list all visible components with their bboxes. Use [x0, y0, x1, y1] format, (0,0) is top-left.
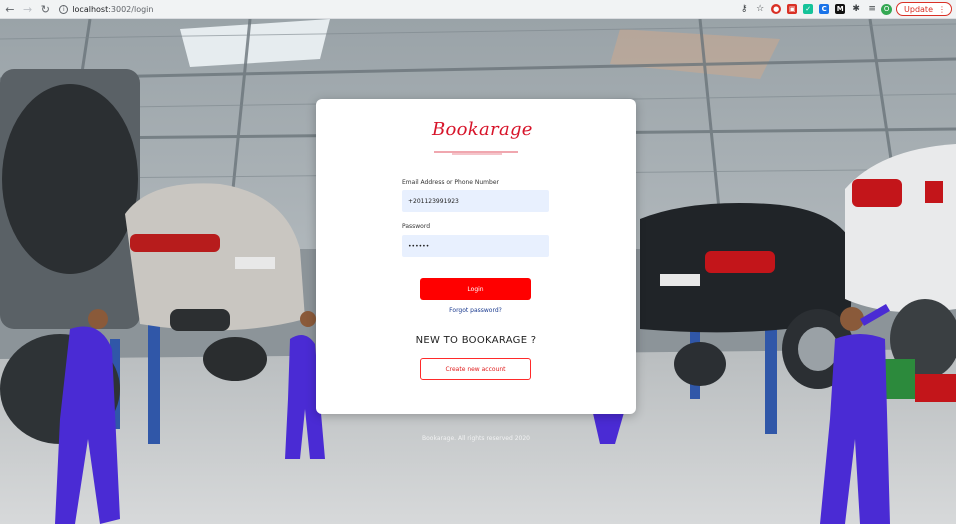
password-value: ••••••	[408, 242, 430, 250]
login-button[interactable]: Login	[420, 278, 531, 300]
profile-avatar[interactable]: O	[881, 3, 893, 15]
record-extension-icon[interactable]: ●	[771, 4, 782, 14]
copyright-footer: Bookarage. All rights reserved 2020	[422, 435, 530, 442]
email-field[interactable]: +201123991923	[402, 190, 549, 212]
email-label: Email Address or Phone Number	[402, 179, 499, 186]
m-extension-icon[interactable]: M	[835, 4, 846, 14]
bookarage-logo: Bookarage	[432, 117, 532, 159]
browser-toolbar: ← → ↻ i localhost:3002/login ⚷ ☆ ● ▣ ✓ C M ✱ ≡ O…	[0, 0, 956, 19]
kebab-menu-icon: ⋮	[938, 4, 946, 14]
email-value: +201123991923	[408, 197, 459, 205]
pdf-extension-icon[interactable]: ▣	[787, 4, 798, 14]
address-bar[interactable]: i localhost:3002/login	[59, 2, 739, 17]
c-extension-icon[interactable]: C	[819, 4, 830, 14]
update-label: Update	[904, 4, 933, 14]
password-label: Password	[402, 223, 431, 230]
back-arrow-icon[interactable]: ←	[2, 1, 18, 17]
site-info-icon[interactable]: i	[59, 4, 69, 14]
extension-tray: ⚷ ☆ ● ▣ ✓ C M ✱ ≡	[739, 4, 877, 14]
new-to-bookarage-heading: NEW TO BOOKARAGE ?	[415, 335, 537, 346]
grammar-extension-icon[interactable]: ✓	[803, 4, 814, 14]
reload-icon[interactable]: ↻	[38, 1, 54, 17]
url-path: :3002/login	[108, 4, 154, 14]
forgot-password-link[interactable]: Forgot password?	[420, 307, 531, 314]
puzzle-extension-icon[interactable]: ✱	[851, 4, 861, 14]
reading-list-icon[interactable]: ≡	[867, 4, 877, 14]
forward-arrow-icon[interactable]: →	[20, 1, 36, 17]
create-account-button[interactable]: Create new account	[420, 358, 531, 380]
star-icon[interactable]: ☆	[755, 4, 765, 14]
login-card: Bookarage Email Address or Phone Number …	[316, 99, 636, 414]
key-icon[interactable]: ⚷	[739, 4, 749, 14]
logo-underline	[434, 151, 518, 155]
password-field[interactable]: ••••••	[402, 235, 549, 257]
update-button[interactable]: Update ⋮	[896, 2, 952, 16]
url-host: localhost	[72, 4, 109, 14]
page-viewport: Bookarage Email Address or Phone Number …	[0, 19, 956, 524]
